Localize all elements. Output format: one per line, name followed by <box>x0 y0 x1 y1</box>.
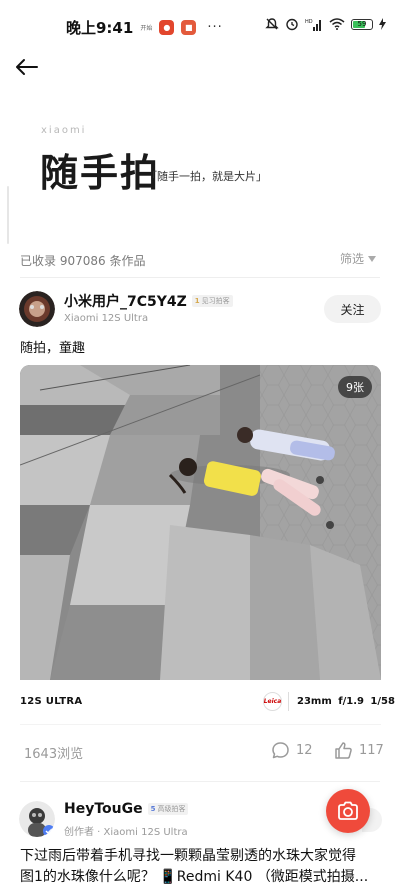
status-bar: 晚上9:41 开始 ● ■ ··· HD 59 <box>0 0 400 52</box>
camera-icon <box>338 801 358 820</box>
status-right: HD 59 <box>265 17 386 31</box>
comment-icon <box>272 742 289 759</box>
avatar[interactable] <box>19 291 55 327</box>
exif-separator <box>288 692 289 711</box>
follow-button[interactable]: 关注 <box>324 295 381 323</box>
works-count: 已收录 907086 条作品 <box>20 254 146 268</box>
back-button[interactable] <box>12 52 42 82</box>
exif-camera-model: 12S ULTRA <box>20 696 83 707</box>
post2-user-row: HeyTouGe 5 高级拍客 <box>64 801 189 817</box>
thumbs-up-icon <box>335 742 352 759</box>
mute-icon <box>265 18 279 30</box>
battery-level: 59 <box>357 19 367 28</box>
post-text-line-2: 图1的水珠像什么呢？ 📱Redmi K40 （微距模式拍摄... <box>20 869 369 885</box>
post-text-line-1: 下过雨后带着手机寻找一颗颗晶莹剔透的水珠大家觉得 <box>20 848 356 864</box>
camera-fab-button[interactable] <box>326 789 370 833</box>
username[interactable]: 小米用户_7C5Y4Z <box>64 291 187 311</box>
notification-app-icon: ● <box>159 20 175 35</box>
device-label: 创作者 · Xiaomi 12S Ultra <box>64 827 188 838</box>
view-count: 1643浏览 <box>24 747 84 762</box>
avatar[interactable] <box>19 801 55 837</box>
status-mini-tag: 开始 <box>140 25 153 32</box>
post-caption: 随拍，童趣 <box>20 341 86 356</box>
badge-text: 见习拍客 <box>201 297 230 305</box>
like-count: 117 <box>359 743 384 758</box>
like-button[interactable]: 117 <box>334 741 384 760</box>
filter-button[interactable]: 筛选 <box>340 250 376 267</box>
level-badge: 1 见习拍客 <box>191 295 233 307</box>
status-time: 晚上9:41 <box>66 19 134 37</box>
page-title: 随手拍 <box>40 151 161 195</box>
comment-button[interactable]: 12 <box>271 741 313 760</box>
status-more-icon: ··· <box>207 20 223 35</box>
badge-level: 5 <box>150 805 156 813</box>
divider <box>20 277 380 278</box>
divider <box>20 781 380 782</box>
post-photo[interactable]: 9张 <box>20 365 381 680</box>
toolbar-row: 已收录 907086 条作品 筛选 <box>20 250 376 268</box>
arrow-left-icon <box>16 59 38 75</box>
exif-bar: 12S ULTRA Leica 23mm f/1.9 1/58 <box>20 680 395 725</box>
exif-params: 23mm f/1.9 1/58 <box>297 696 395 707</box>
alarm-icon <box>286 18 298 31</box>
svg-text:HD: HD <box>305 19 313 25</box>
status-left: 晚上9:41 开始 ● ■ ··· <box>66 17 223 38</box>
filter-label: 筛选 <box>339 252 364 266</box>
badge-level: 1 <box>194 297 200 305</box>
photo-count-badge: 9张 <box>338 376 372 398</box>
post-stats: 1643浏览 12 117 <box>20 741 384 762</box>
verified-icon <box>43 825 55 837</box>
post1-user-row: 小米用户_7C5Y4Z 1 见习拍客 <box>64 291 233 311</box>
level-badge: 5 高级拍客 <box>147 803 189 815</box>
page-slogan: 「随手一拍，就是大片」 <box>146 170 267 183</box>
notification-app-icon-2: ■ <box>181 20 197 35</box>
brand-label: xiaomi <box>41 125 87 136</box>
username[interactable]: HeyTouGe <box>64 801 143 817</box>
photo-image <box>20 365 381 680</box>
device-label: Xiaomi 12S Ultra <box>64 313 149 324</box>
comment-count: 12 <box>296 743 313 758</box>
leica-logo-icon: Leica <box>263 692 282 711</box>
caret-down-icon <box>368 255 376 262</box>
post-caption: 下过雨后带着手机寻找一颗颗晶莹剔透的水珠大家觉得 图1的水珠像什么呢？ 📱Red… <box>20 846 378 888</box>
signal-icon: HD <box>305 19 321 31</box>
badge-text: 高级拍客 <box>157 805 186 813</box>
battery-icon: 59 <box>351 18 373 30</box>
charging-icon <box>379 18 386 30</box>
wifi-icon <box>329 18 345 30</box>
scroll-indicator <box>7 186 9 244</box>
